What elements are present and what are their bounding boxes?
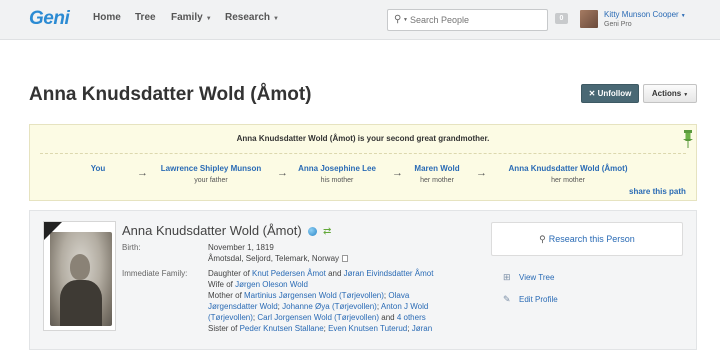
arrow-right-icon: → xyxy=(476,167,487,179)
path-node-name: Anna Josephine Lee xyxy=(298,164,376,173)
path-node-great-grandmother[interactable]: Maren Wold her mother xyxy=(414,164,459,184)
top-navigation-bar: Geni Home Tree Family▼ Research▼ ⚲ ▼ 0 K… xyxy=(0,0,720,40)
profile-photo xyxy=(50,232,112,326)
parent-link[interactable]: Jøran Eivindsdatter Åmot xyxy=(344,269,434,278)
path-node-name: Anna Knudsdatter Wold (Åmot) xyxy=(508,164,628,173)
chevron-down-icon: ▼ xyxy=(205,16,212,22)
child-link[interactable]: Carl Jorgensen Wold (Tørjevollen) xyxy=(257,313,379,322)
birth-label: Birth: xyxy=(122,243,141,252)
search-icon[interactable]: ⚲ xyxy=(394,14,401,25)
messages-badge[interactable]: 0 xyxy=(555,13,568,24)
photo-corner-ribbon xyxy=(44,222,64,242)
path-node-name: Lawrence Shipley Munson xyxy=(160,164,262,173)
birth-date: November 1, 1819 xyxy=(208,243,274,252)
tree-icon: ⊞ xyxy=(503,272,511,282)
pin-icon[interactable] xyxy=(682,130,694,148)
child-link[interactable]: Martinius Jørgensen Wold (Tørjevollen) xyxy=(244,291,384,300)
nav-home-label: Home xyxy=(93,12,121,23)
actions-button[interactable]: Actions ▼ xyxy=(643,84,697,103)
user-name: Kitty Munson Cooper xyxy=(604,10,679,19)
share-path-link[interactable]: share this path xyxy=(629,187,686,196)
path-node-name: You xyxy=(90,164,106,173)
nav-home[interactable]: Home xyxy=(93,12,121,23)
path-node-subject[interactable]: Anna Knudsdatter Wold (Åmot) her mother xyxy=(509,164,628,184)
arrow-right-icon: → xyxy=(137,167,148,179)
parent-link[interactable]: Knut Pedersen Åmot xyxy=(252,269,326,278)
unfollow-label: Unfollow xyxy=(597,89,632,98)
sibling-link[interactable]: Peder Knutsen Stallane xyxy=(240,324,324,333)
family-prefix: Mother of xyxy=(208,291,245,300)
relationship-sentence: Anna Knudsdatter Wold (Åmot) is your sec… xyxy=(236,134,490,143)
child-link[interactable]: Olava xyxy=(388,291,409,300)
spouse-link[interactable]: Jørgen Oleson Wold xyxy=(235,280,308,289)
nav-tree-label: Tree xyxy=(135,12,156,23)
chevron-down-icon[interactable]: ▼ xyxy=(403,17,408,23)
profile-card: Anna Knudsdatter Wold (Åmot) ⇄ Birth: No… xyxy=(29,210,697,350)
profile-photo-frame[interactable] xyxy=(43,221,116,331)
chevron-down-icon: ▼ xyxy=(273,16,279,22)
path-node-name: Maren Wold xyxy=(414,164,460,173)
view-tree-label: View Tree xyxy=(519,273,555,282)
family-conj: and xyxy=(325,269,344,278)
profile-name: Anna Knudsdatter Wold (Åmot) ⇄ xyxy=(122,223,331,238)
edit-profile-label: Edit Profile xyxy=(519,295,558,304)
sync-icon[interactable]: ⇄ xyxy=(323,226,331,237)
research-label: Research this Person xyxy=(548,234,635,244)
page-title: Anna Knudsdatter Wold (Åmot) xyxy=(29,84,312,105)
profile-name-text: Anna Knudsdatter Wold (Åmot) xyxy=(122,223,302,238)
nav-family-label: Family xyxy=(171,12,203,23)
child-link[interactable]: Anton J Wold xyxy=(381,302,428,311)
more-children-link[interactable]: 4 others xyxy=(397,313,426,322)
relationship-path-box: Anna Knudsdatter Wold (Åmot) is your sec… xyxy=(29,124,697,201)
nav-research-label: Research xyxy=(225,12,271,23)
sibling-link[interactable]: Even Knutsen Tuterud xyxy=(328,324,407,333)
path-node-father[interactable]: Lawrence Shipley Munson your father xyxy=(161,164,261,184)
edit-icon: ✎ xyxy=(503,294,511,304)
birth-place: Åmotsdal, Seljord, Telemark, Norway xyxy=(208,254,340,263)
photo-body xyxy=(60,280,102,326)
unfollow-button[interactable]: ✕ Unfollow xyxy=(581,84,639,103)
nav-research[interactable]: Research ▼ xyxy=(225,12,279,23)
family-prefix: Daughter of xyxy=(208,269,253,278)
family-value: Daughter of Knut Pedersen Åmot and Jøran… xyxy=(208,268,433,334)
chevron-down-icon: ▼ xyxy=(680,13,686,19)
close-icon: ✕ xyxy=(588,89,598,98)
child-link[interactable]: Jørgensdatter Wold xyxy=(208,302,278,311)
arrow-right-icon: → xyxy=(277,167,288,179)
birth-value: November 1, 1819 Åmotsdal, Seljord, Tele… xyxy=(208,242,349,264)
user-plan: Geni Pro xyxy=(604,21,632,28)
family-conj: and xyxy=(379,313,397,322)
document-icon[interactable] xyxy=(342,255,349,263)
photo-face xyxy=(70,254,90,280)
search-input[interactable] xyxy=(410,13,540,27)
globe-icon[interactable] xyxy=(308,227,318,237)
chevron-down-icon: ▼ xyxy=(683,92,689,98)
nav-tree[interactable]: Tree xyxy=(135,12,156,23)
nav-family[interactable]: Family ▼ xyxy=(171,12,212,23)
sibling-link[interactable]: Jøran xyxy=(412,324,432,333)
search-box[interactable]: ⚲ ▼ xyxy=(387,9,548,31)
search-icon: ⚲ xyxy=(539,234,546,244)
arrow-right-icon: → xyxy=(392,167,403,179)
family-label: Immediate Family: xyxy=(122,269,188,278)
path-node-relation: his mother xyxy=(320,177,354,184)
actions-label: Actions xyxy=(651,89,682,98)
path-node-you[interactable]: You xyxy=(91,164,106,173)
user-menu[interactable]: Kitty Munson Cooper ▼ xyxy=(604,10,686,19)
geni-logo[interactable]: Geni xyxy=(29,8,70,30)
path-node-grandmother[interactable]: Anna Josephine Lee his mother xyxy=(298,164,376,184)
path-node-relation: her mother xyxy=(420,177,454,184)
path-node-relation: your father xyxy=(194,177,228,184)
child-link[interactable]: Johanne Øya (Tørjevollen) xyxy=(282,302,377,311)
path-node-relation: her mother xyxy=(551,177,585,184)
research-this-person-button[interactable]: ⚲ Research this Person xyxy=(491,222,683,256)
view-tree-link[interactable]: ⊞ View Tree xyxy=(503,272,554,283)
family-prefix: Sister of xyxy=(208,324,240,333)
divider xyxy=(40,153,686,154)
family-prefix: Wife of xyxy=(208,280,236,289)
child-link[interactable]: (Tørjevollen) xyxy=(208,313,253,322)
user-avatar[interactable] xyxy=(580,10,598,28)
edit-profile-link[interactable]: ✎ Edit Profile xyxy=(503,294,558,305)
